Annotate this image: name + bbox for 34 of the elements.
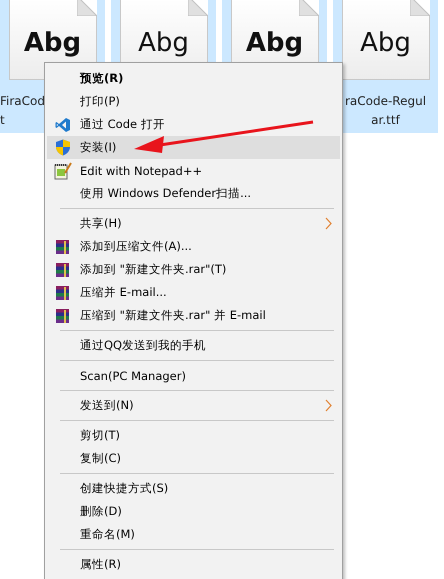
books-icon (55, 284, 71, 300)
menu-item[interactable]: 重命名(M) (47, 523, 340, 546)
menu-item[interactable]: 属性(R) (47, 553, 340, 576)
books-icon (55, 308, 71, 324)
menu-item[interactable]: 删除(D) (47, 500, 340, 523)
folded-corner-icon (410, 0, 430, 16)
menu-item[interactable]: 复制(C) (47, 447, 340, 470)
menu-item[interactable]: 发送到(N) (47, 394, 340, 417)
menu-item[interactable]: 添加到压缩文件(A)... (47, 235, 340, 258)
menu-item[interactable]: 安装(I) (47, 136, 340, 159)
menu-item[interactable]: 压缩到 "新建文件夹.rar" 并 E-mail (47, 304, 340, 327)
file-tile[interactable]: Abg raCode-Regul ar.ttf (333, 0, 438, 133)
menu-item[interactable]: 创建快捷方式(S) (47, 477, 340, 500)
menu-item[interactable]: 剪切(T) (47, 424, 340, 447)
books-icon (55, 262, 71, 278)
menu-item[interactable]: Scan(PC Manager) (47, 364, 340, 387)
menu-item[interactable]: 通过QQ发送到我的手机 (47, 334, 340, 357)
menu-item[interactable]: 压缩并 E-mail... (47, 281, 340, 304)
notepad-icon (54, 162, 72, 180)
font-preview-text: Abg (360, 28, 411, 58)
file-name: FiraCod (0, 93, 45, 110)
books-icon (55, 238, 71, 254)
menu-item[interactable]: 添加到 "新建文件夹.rar"(T) (47, 258, 340, 281)
menu-item[interactable]: 共享(H) (47, 212, 340, 235)
shield-icon (55, 139, 71, 156)
font-preview-text: Abg (24, 28, 82, 58)
file-name: t (0, 112, 5, 129)
font-preview-text: Abg (246, 28, 304, 58)
menu-item[interactable]: 使用 Windows Defender扫描... (47, 182, 340, 205)
file-name: ar.ttf (371, 112, 400, 129)
menu-item[interactable]: Edit with Notepad++ (47, 159, 340, 182)
code-editor-icon (55, 116, 71, 132)
file-name: raCode-Regul (344, 93, 426, 110)
font-preview-text: Abg (138, 28, 189, 58)
